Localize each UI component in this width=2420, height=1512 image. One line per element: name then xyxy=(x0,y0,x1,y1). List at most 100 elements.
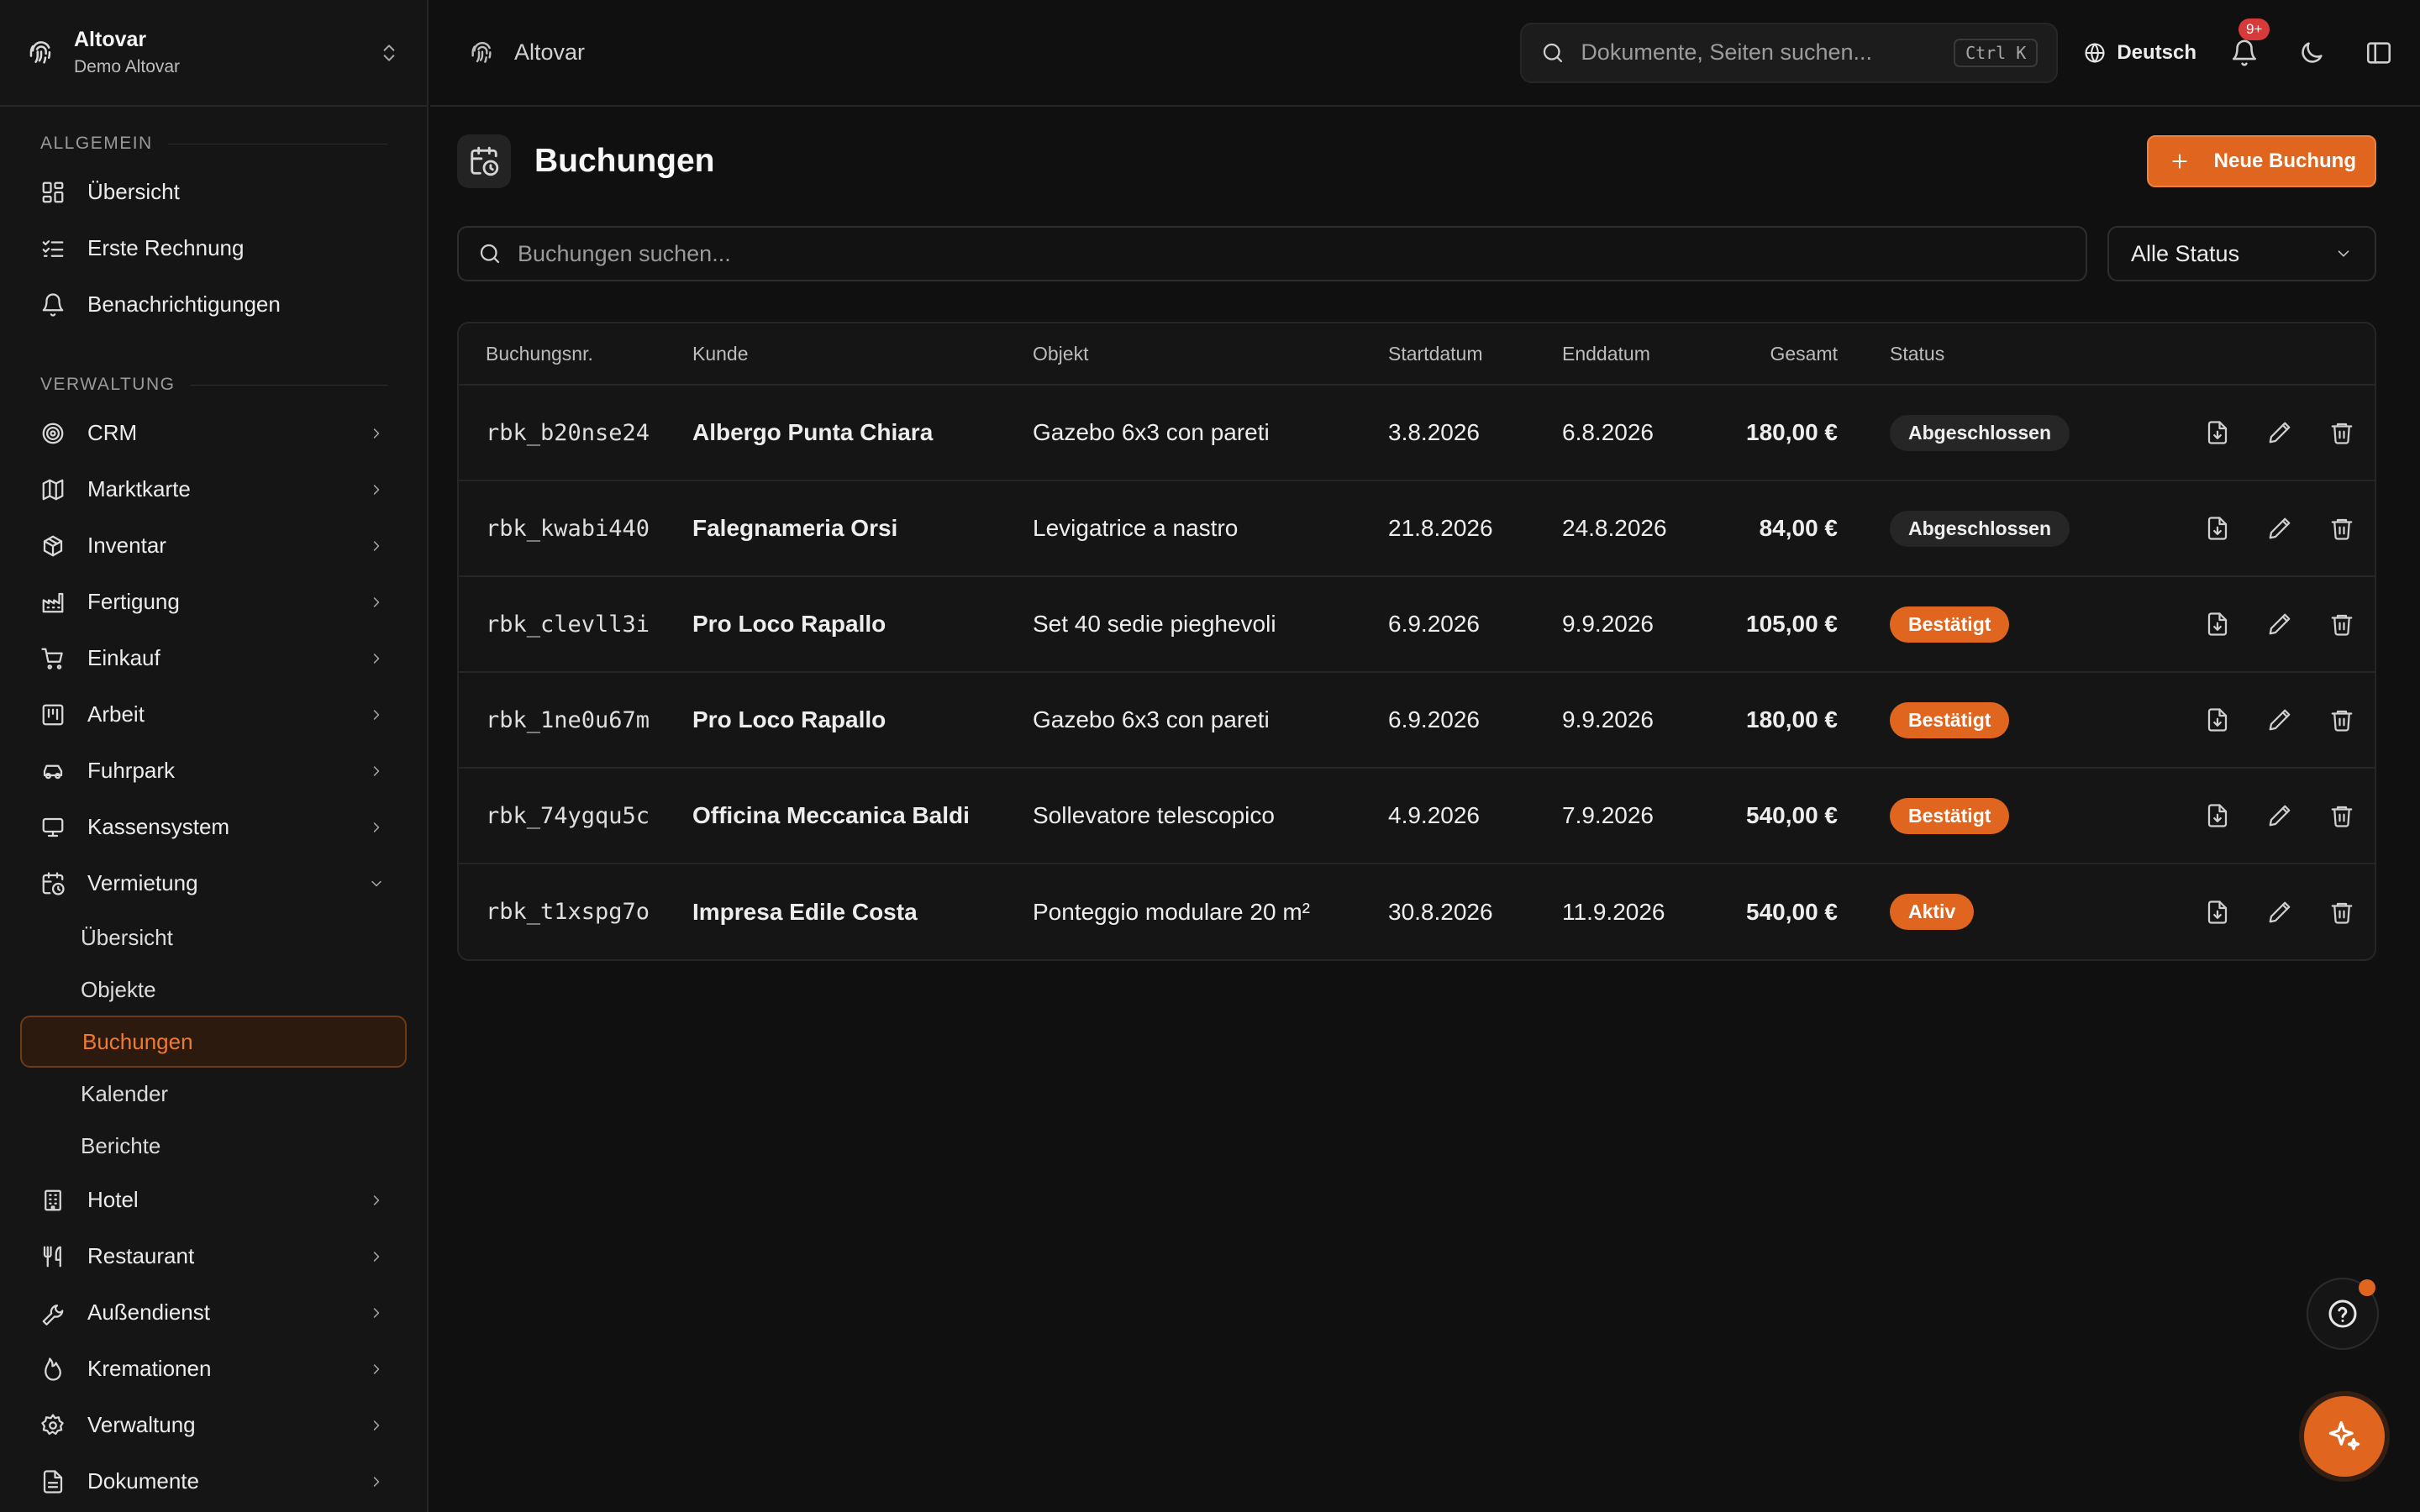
booking-search-input[interactable] xyxy=(518,240,2067,267)
trash-icon[interactable] xyxy=(2329,707,2354,732)
status-filter-value: Alle Status xyxy=(2131,240,2240,266)
plus-icon xyxy=(2172,154,2187,169)
language-switcher[interactable]: Deutsch xyxy=(2083,41,2196,65)
fingerprint-icon xyxy=(29,40,51,64)
status-cell: Abgeschlossen xyxy=(1838,385,2142,481)
ai-assistant-button[interactable] xyxy=(2304,1396,2385,1477)
breadcrumb[interactable]: Altovar xyxy=(514,39,1520,66)
trash-icon[interactable] xyxy=(2329,420,2354,445)
page-header: Buchungen Neue Buchung xyxy=(457,107,2376,216)
pencil-icon[interactable] xyxy=(2267,707,2292,732)
booking-id: rbk_74ygqu5c xyxy=(459,768,692,864)
table-row[interactable]: rbk_1ne0u67m Pro Loco Rapallo Gazebo 6x3… xyxy=(459,672,2375,769)
pencil-icon[interactable] xyxy=(2267,900,2292,925)
column-header-start[interactable]: Startdatum xyxy=(1388,323,1562,386)
rental-object: Ponteggio modulare 20 m² xyxy=(1033,898,1310,925)
workspace-switcher[interactable]: Altovar Demo Altovar xyxy=(0,0,427,107)
table-row[interactable]: rbk_74ygqu5c Officina Meccanica Baldi So… xyxy=(459,768,2375,864)
chevron-right-icon xyxy=(373,653,380,664)
rental-object: Set 40 sedie pieghevoli xyxy=(1033,576,1388,673)
sidebar-subitem-objects[interactable]: Objekte xyxy=(20,963,407,1016)
file-download-icon[interactable] xyxy=(2205,516,2230,541)
sidebar-subitem-overview[interactable]: Übersicht xyxy=(20,911,407,963)
booking-id: rbk_1ne0u67m xyxy=(459,672,692,769)
customer-name: Pro Loco Rapallo xyxy=(692,576,1033,673)
pencil-icon[interactable] xyxy=(2267,612,2292,637)
table-row[interactable]: rbk_kwabi440 Falegnameria Orsi Levigatri… xyxy=(459,480,2375,577)
global-search[interactable]: Dokumente, Seiten suchen... Ctrl K xyxy=(1520,22,2059,83)
column-header-customer[interactable]: Kunde xyxy=(692,323,1033,386)
chevron-right-icon xyxy=(373,709,380,720)
column-header-end[interactable]: Enddatum xyxy=(1562,323,1710,386)
column-header-object[interactable]: Objekt xyxy=(1033,323,1388,386)
table-row[interactable]: rbk_t1xspg7o Impresa Edile Costa Pontegg… xyxy=(459,864,2375,959)
row-actions xyxy=(2142,768,2375,864)
sidebar-item-administration[interactable]: Verwaltung xyxy=(20,1397,407,1453)
total-amount: 105,00 € xyxy=(1710,576,1838,673)
start-date: 6.9.2026 xyxy=(1388,672,1562,769)
status-cell: Bestätigt xyxy=(1838,768,2142,864)
table-row[interactable]: rbk_clevll3i Pro Loco Rapallo Set 40 sed… xyxy=(459,576,2375,673)
table-row[interactable]: rbk_b20nse24 Albergo Punta Chiara Gazebo… xyxy=(459,385,2375,481)
chevron-down-icon xyxy=(371,880,381,886)
sidebar-item-documents[interactable]: Dokumente xyxy=(20,1453,407,1509)
theme-toggle[interactable] xyxy=(2297,39,2326,67)
help-button[interactable] xyxy=(2307,1278,2379,1350)
sidebar-item-label: Erste Rechnung xyxy=(87,235,245,260)
sidebar-item-notifications[interactable]: Benachrichtigungen xyxy=(20,276,407,333)
booking-id: rbk_clevll3i xyxy=(459,576,692,673)
sidebar-item-manufacturing[interactable]: Fertigung xyxy=(20,574,407,630)
status-filter-select[interactable]: Alle Status xyxy=(2107,226,2376,281)
sidebar-item-purchasing[interactable]: Einkauf xyxy=(20,630,407,686)
help-notification-dot xyxy=(2359,1279,2375,1296)
file-text-icon xyxy=(43,1469,63,1494)
sidebar-item-hotel[interactable]: Hotel xyxy=(20,1172,407,1228)
sidebar-item-work[interactable]: Arbeit xyxy=(20,686,407,743)
file-download-icon[interactable] xyxy=(2205,900,2230,925)
file-download-icon[interactable] xyxy=(2205,612,2230,637)
sidebar-item-crm[interactable]: CRM xyxy=(20,405,407,461)
sidebar-item-fleet[interactable]: Fuhrpark xyxy=(20,743,407,799)
total-amount: 540,00 € xyxy=(1710,768,1838,864)
sidebar-item-field-service[interactable]: Außendienst xyxy=(20,1284,407,1341)
column-header-total[interactable]: Gesamt xyxy=(1710,323,1838,386)
sidebar-item-market-map[interactable]: Marktkarte xyxy=(20,461,407,517)
main-content: Buchungen Neue Buchung Alle Status Buchu… xyxy=(457,107,2376,961)
moon-icon xyxy=(2302,41,2323,63)
column-header-id[interactable]: Buchungsnr. xyxy=(459,323,692,386)
sidebar-subitem-reports[interactable]: Berichte xyxy=(20,1120,407,1172)
chevron-right-icon xyxy=(373,1307,380,1318)
trash-icon[interactable] xyxy=(2329,612,2354,637)
sidebar-item-first-invoice[interactable]: Erste Rechnung xyxy=(20,220,407,276)
pencil-icon[interactable] xyxy=(2267,803,2292,828)
pencil-icon[interactable] xyxy=(2267,516,2292,541)
trash-icon[interactable] xyxy=(2329,516,2354,541)
kanban-icon xyxy=(42,704,64,725)
sidebar-item-pos[interactable]: Kassensystem xyxy=(20,799,407,855)
sidebar-subitem-bookings[interactable]: Buchungen xyxy=(20,1016,407,1068)
new-booking-label: Neue Buchung xyxy=(2213,150,2356,172)
new-booking-button[interactable]: Neue Buchung xyxy=(2146,135,2376,187)
file-download-icon[interactable] xyxy=(2205,707,2230,732)
file-download-icon[interactable] xyxy=(2205,803,2230,828)
trash-icon[interactable] xyxy=(2329,803,2354,828)
sidebar-item-overview[interactable]: Übersicht xyxy=(20,164,407,220)
sidebar-item-label: Einkauf xyxy=(87,645,160,670)
trash-icon[interactable] xyxy=(2329,900,2354,925)
sidebar-item-inventory[interactable]: Inventar xyxy=(20,517,407,574)
start-date: 6.9.2026 xyxy=(1388,576,1562,673)
total-amount: 180,00 € xyxy=(1710,672,1838,769)
sidebar-item-label: Fuhrpark xyxy=(87,758,176,783)
booking-id: rbk_kwabi440 xyxy=(459,480,692,577)
sidebar-item-cremations[interactable]: Kremationen xyxy=(20,1341,407,1397)
sidebar-subitem-calendar[interactable]: Kalender xyxy=(20,1068,407,1120)
pencil-icon[interactable] xyxy=(2267,420,2292,445)
column-header-status[interactable]: Status xyxy=(1838,323,2142,386)
notifications-button[interactable]: 9+ xyxy=(2230,18,2270,67)
sidebar-item-rental[interactable]: Vermietung xyxy=(20,855,407,911)
file-download-icon[interactable] xyxy=(2205,420,2230,445)
end-date: 24.8.2026 xyxy=(1562,480,1710,577)
sidebar-item-restaurant[interactable]: Restaurant xyxy=(20,1228,407,1284)
globe-icon xyxy=(2085,42,2105,63)
layout-toggle[interactable] xyxy=(2365,39,2393,67)
